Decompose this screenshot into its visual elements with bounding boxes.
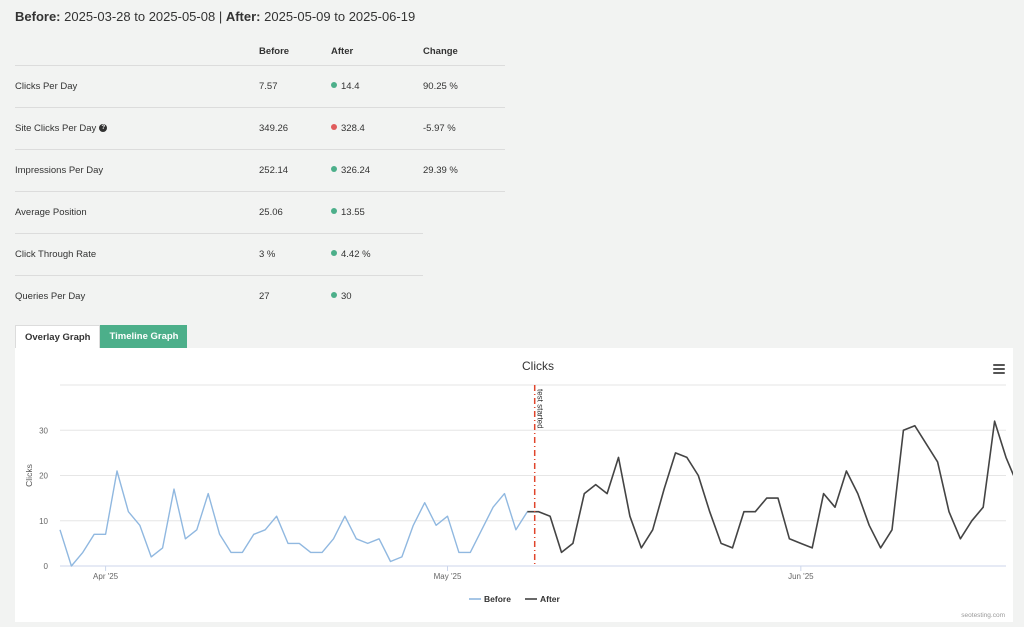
after-cell: 326.24: [331, 149, 423, 192]
y-tick-label: 10: [39, 517, 48, 526]
status-up-icon: [331, 250, 337, 257]
watermark: seotesting.com: [961, 612, 1005, 619]
before-value: 27: [259, 291, 270, 302]
after-label: After:: [225, 9, 261, 24]
after-cell: 328.4: [331, 107, 423, 150]
status-up-icon: [331, 292, 337, 299]
after-value: 4.42 %: [341, 249, 371, 260]
metric-name: Site Clicks Per Day: [15, 123, 97, 134]
after-value: 14.4: [341, 81, 360, 92]
x-tick-label: Apr '25: [93, 572, 119, 581]
after-cell: 30: [331, 276, 423, 318]
before-value: 7.57: [259, 65, 331, 108]
x-tick-label: Jun '25: [788, 572, 814, 581]
after-value: 13.55: [341, 207, 365, 218]
tab-timeline-graph[interactable]: Timeline Graph: [100, 325, 188, 348]
after-cell: 14.4: [331, 65, 423, 108]
change-value: [423, 276, 505, 318]
table-row: Queries Per Day 27 30: [15, 276, 505, 318]
header-before: Before: [259, 38, 331, 66]
metric-name: Queries Per Day: [15, 291, 86, 302]
y-tick-label: 30: [39, 426, 48, 435]
metric-name: Click Through Rate: [15, 233, 259, 276]
before-value: 349.26: [259, 107, 331, 150]
separator: |: [218, 9, 223, 24]
table-row: Click Through Rate 3 % 4.42 %: [15, 233, 505, 276]
before-value: 252.14: [259, 149, 331, 192]
table-row: Site Clicks Per Day? 349.26 328.4 -5.97 …: [15, 107, 505, 150]
header-after: After: [331, 38, 423, 66]
y-axis-label: Clicks: [24, 464, 34, 487]
period-summary: Before: 2025-03-28 to 2025-05-08 | After…: [15, 9, 415, 24]
before-value: 3 %: [259, 233, 331, 276]
before-label: Before:: [15, 9, 61, 24]
table-row: Clicks Per Day 7.57 14.4 90.25 %: [15, 65, 505, 108]
legend-label-after: After: [540, 594, 561, 604]
metric-name: Clicks Per Day: [15, 65, 259, 108]
table-row: Impressions Per Day 252.14 326.24 29.39 …: [15, 149, 505, 192]
status-up-icon: [331, 82, 337, 89]
metric-name: Impressions Per Day: [15, 149, 259, 192]
x-tick-label: May '25: [434, 572, 462, 581]
change-value: 90.25 %: [423, 65, 505, 108]
series-line-before: [59, 470, 528, 567]
graph-tabs: Overlay Graph Timeline Graph: [15, 325, 188, 348]
chart-menu-icon[interactable]: [993, 364, 1005, 374]
change-value: -5.97 %: [423, 107, 505, 150]
change-value: 29.39 %: [423, 149, 505, 192]
y-tick-label: 20: [39, 472, 48, 481]
after-cell: 13.55: [331, 191, 423, 234]
tab-overlay-graph[interactable]: Overlay Graph: [15, 325, 101, 348]
status-up-icon: [331, 166, 337, 173]
change-value: [423, 192, 505, 234]
after-cell: 4.42 %: [331, 233, 423, 276]
chart-panel: Clicks 0 10 20 30 Clicks Apr '25 May '25 Jun '25…: [15, 348, 1019, 622]
metric-name-cell: Site Clicks Per Day?: [15, 107, 259, 150]
table-header-row: Before After Change: [15, 38, 505, 66]
metric-name: Average Position: [15, 191, 259, 234]
chart-title: Clicks: [522, 359, 554, 373]
table-row: Average Position 25.06 13.55: [15, 191, 505, 234]
clicks-chart: Clicks 0 10 20 30 Clicks Apr '25 May '25 Jun '25…: [24, 359, 1019, 604]
after-value: 328.4: [341, 123, 365, 134]
series-line-after: [527, 420, 1019, 554]
status-down-icon: [331, 124, 337, 131]
header-metric: [15, 38, 259, 66]
change-value: [423, 234, 505, 276]
header-change: Change: [423, 38, 505, 66]
before-value: 25.06: [259, 191, 331, 234]
metrics-table: Before After Change Clicks Per Day 7.57 …: [15, 38, 505, 317]
legend-label-before: Before: [484, 594, 511, 604]
before-range: 2025-03-28 to 2025-05-08: [64, 9, 216, 24]
after-value: 30: [341, 291, 352, 302]
after-range: 2025-05-09 to 2025-06-19: [264, 9, 416, 24]
status-up-icon: [331, 208, 337, 215]
after-value: 326.24: [341, 165, 371, 176]
help-icon[interactable]: ?: [99, 124, 108, 133]
y-tick-label: 0: [44, 562, 49, 571]
marker-label: test started: [536, 389, 545, 429]
